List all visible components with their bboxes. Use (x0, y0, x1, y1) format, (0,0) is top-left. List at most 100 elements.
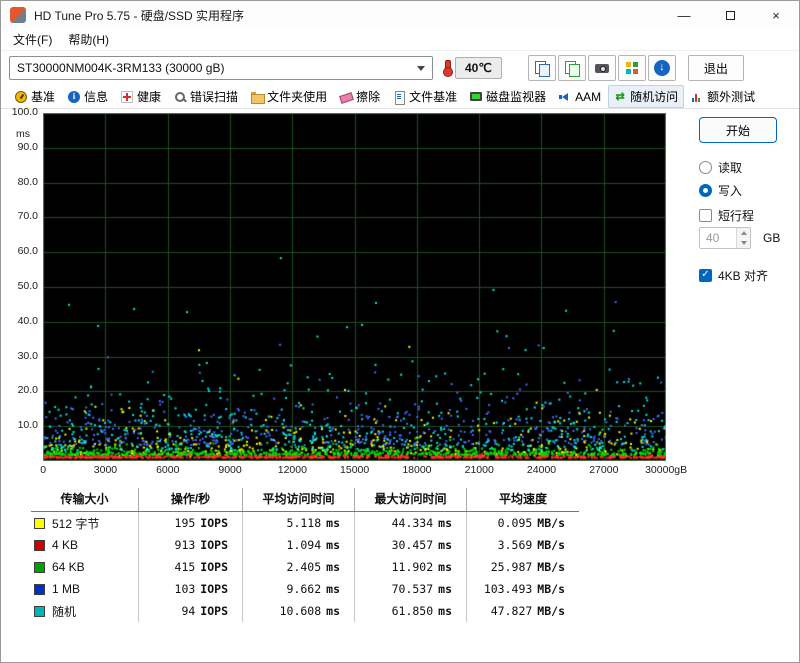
tab-error-scan[interactable]: 错误扫描 (168, 85, 244, 108)
avg-speed-value: 103.493 MB/s (483, 582, 565, 596)
app-window: HD Tune Pro 5.75 - 硬盘/SSD 实用程序 — × 文件(F)… (0, 0, 800, 663)
app-icon[interactable] (10, 7, 26, 23)
avg-access-time-value: 10.608 ms (243, 600, 355, 622)
y-axis-tick-label: 40.0 (17, 314, 38, 327)
gb-unit-label: GB (763, 231, 781, 245)
spin-down-button[interactable] (737, 238, 750, 248)
y-axis-tick-label: 50.0 (17, 279, 38, 292)
tab-label: 信息 (84, 90, 109, 104)
y-axis-unit-label: ms (16, 128, 30, 140)
write-radio[interactable]: 写入 (699, 182, 742, 199)
minimize-icon: — (677, 7, 691, 23)
tab-random-access[interactable]: 随机访问 (608, 85, 685, 108)
short-stroke-checkbox[interactable]: 短行程 (699, 207, 754, 224)
checkbox-icon (699, 269, 712, 282)
iops-value: 94 IOPS (139, 600, 243, 622)
tab-label: 健康 (137, 90, 162, 104)
iops-value: 195 IOPS (139, 512, 243, 534)
menu-file[interactable]: 文件(F) (5, 28, 60, 51)
x-axis-tick-label: 27000 (589, 464, 619, 476)
tab-file-benchmark[interactable]: 文件基准 (387, 85, 463, 108)
tab-folder-usage[interactable]: 文件夹使用 (245, 85, 333, 108)
tab-info[interactable]: 信息 (62, 85, 114, 108)
transfer-size-label: 4 KB (52, 538, 79, 552)
x-axis-tick-label: 18000 (402, 464, 432, 476)
y-axis-tick-label: 10.0 (17, 419, 38, 432)
tab-extra-tests[interactable]: 额外测试 (685, 85, 761, 108)
error-scan-icon (174, 91, 186, 103)
series-color-swatch (34, 583, 45, 595)
avg-speed-value: 25.987 MB/s (490, 560, 565, 574)
read-radio[interactable]: 读取 (699, 159, 742, 176)
thermometer-icon (443, 59, 453, 77)
copy-text-icon (534, 60, 550, 77)
update-button[interactable] (647, 55, 676, 81)
x-axis-tick-label: 0 (40, 464, 47, 476)
tab-benchmark[interactable]: 基准 (9, 85, 61, 108)
4kb-align-label: 4KB 对齐 (718, 269, 769, 283)
radio-icon (699, 184, 712, 197)
maximize-button[interactable] (707, 1, 753, 29)
copy-image-button[interactable] (557, 55, 586, 81)
x-axis-tick-label: 3000 (93, 464, 118, 476)
tab-label: 随机访问 (630, 90, 679, 104)
benchmark-icon (15, 90, 27, 103)
tab-bar: 基准 信息 健康 错误扫描 文件夹使用 擦除 文件基准 磁盘监视器 AAM 随机… (1, 85, 799, 109)
file-benchmark-icon (393, 90, 406, 105)
tab-erase[interactable]: 擦除 (334, 85, 386, 108)
y-axis: 100.0 90.0 80.0 70.0 60.0 50.0 40.0 30.0 20.0 10.… (1, 107, 38, 455)
column-header: 平均速度 (498, 492, 547, 506)
column-header: 最大访问时间 (355, 488, 467, 511)
copy-text-button[interactable] (527, 55, 556, 81)
table-row: 4 KB 913 IOPS 1.094 ms 30.457 ms 3.569 MB/s (31, 534, 579, 556)
tab-label: AAM (575, 89, 602, 104)
tab-label: 文件基准 (409, 90, 458, 104)
x-axis-tick-label: 15000 (340, 464, 370, 476)
y-axis-tick-label: 60.0 (17, 245, 38, 258)
palette-icon (624, 60, 640, 76)
short-stroke-input[interactable]: 40 (699, 227, 751, 249)
mode-radio-group: 读取 写入 (699, 159, 742, 199)
series-color-swatch (34, 561, 45, 573)
options-button[interactable] (617, 55, 646, 81)
x-axis-tick-label: 30000gB (645, 464, 688, 476)
tab-health[interactable]: 健康 (115, 85, 167, 108)
close-icon: × (772, 7, 780, 23)
y-axis-tick-label: 20.0 (17, 384, 38, 397)
drive-selector-value: ST30000NM004K-3RM133 (30000 gB) (17, 61, 225, 75)
exit-button[interactable]: 退出 (687, 55, 744, 81)
tab-label: 错误扫描 (190, 90, 239, 104)
temperature-value: 40℃ (455, 57, 502, 79)
minimize-button[interactable]: — (661, 1, 707, 29)
avg-access-time-value: 2.405 ms (243, 556, 355, 578)
x-axis-tick-label: 12000 (277, 464, 307, 476)
temperature-indicator[interactable]: 40℃ (443, 57, 502, 79)
iops-value: 913 IOPS (139, 534, 243, 556)
start-button[interactable]: 开始 (699, 117, 777, 143)
short-stroke-value: 40 (706, 231, 720, 245)
spin-up-button[interactable] (737, 228, 750, 238)
transfer-size-label: 64 KB (52, 560, 85, 574)
4kb-align-checkbox[interactable]: 4KB 对齐 (699, 267, 768, 284)
short-stroke-size-row: 40 GB (699, 227, 780, 249)
checkbox-icon (699, 209, 712, 222)
extra-tests-icon (691, 91, 703, 103)
x-axis-tick-label: 9000 (218, 464, 242, 476)
folder-usage-icon (251, 91, 266, 104)
column-header: 平均访问时间 (243, 488, 355, 511)
chevron-down-icon (417, 65, 425, 71)
screenshot-button[interactable] (587, 55, 616, 81)
erase-icon (340, 91, 352, 103)
table-row: 1 MB 103 IOPS 9.662 ms 70.537 ms 103.493 MB/… (31, 578, 579, 600)
drive-selector[interactable]: ST30000NM004K-3RM133 (30000 gB) (9, 56, 433, 80)
iops-value: 103 IOPS (139, 578, 243, 600)
disk-monitor-icon (470, 91, 483, 103)
tab-disk-monitor[interactable]: 磁盘监视器 (464, 85, 552, 108)
series-color-swatch (34, 539, 45, 551)
table-row: 随机 94 IOPS 10.608 ms 61.850 ms 47.827 MB/s (31, 600, 579, 622)
menu-help[interactable]: 帮助(H) (60, 28, 117, 51)
close-button[interactable]: × (753, 1, 799, 29)
write-radio-label: 写入 (718, 184, 743, 198)
menu-bar: 文件(F) 帮助(H) (1, 29, 799, 51)
tab-aam[interactable]: AAM (553, 87, 607, 107)
